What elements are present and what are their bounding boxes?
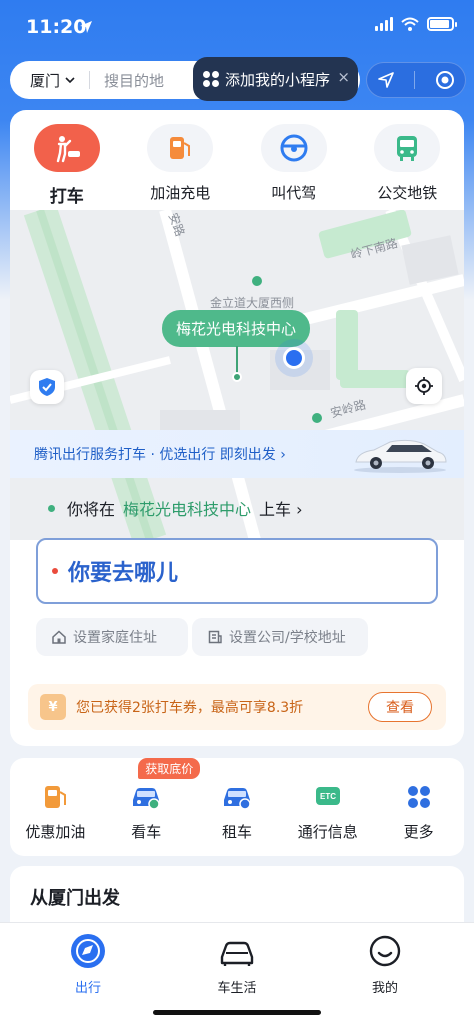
- service-car-rental[interactable]: 租车: [192, 758, 283, 856]
- svg-text:ETC: ETC: [320, 792, 336, 801]
- mini-program-tip-label: 添加我的小程序: [225, 70, 331, 89]
- tab-mine[interactable]: 我的: [335, 933, 435, 996]
- pickup-suffix: 上车 ›: [259, 500, 303, 519]
- capsule-menu: [366, 62, 466, 98]
- status-bar: 11:20: [0, 0, 474, 54]
- service-label: 看车: [131, 823, 162, 841]
- chevron-down-icon: [65, 76, 75, 83]
- city-selector[interactable]: 厦门: [10, 70, 75, 91]
- wifi-icon: [401, 17, 419, 31]
- destination-search-input[interactable]: 搜目的地: [104, 70, 164, 91]
- car-icon: [220, 941, 254, 966]
- smile-icon: [369, 935, 401, 967]
- map-view[interactable]: 安路 岭下南路 金立道大厦西侧 安岭路 梅花光电科技中心 腾讯出行服务打车 · …: [10, 210, 464, 540]
- service-label: 更多: [403, 823, 434, 841]
- departure-title: 从厦门出发: [30, 888, 120, 909]
- coupon-banner[interactable]: ¥ 您已获得2张打车券，最高可享8.3折 查看: [28, 684, 446, 730]
- battery-icon: [427, 17, 457, 31]
- status-indicators: [375, 17, 457, 31]
- shield-icon: [39, 378, 55, 396]
- car-illustration-icon: [354, 439, 447, 473]
- promo-text: 腾讯出行服务打车 · 优选出行 即刻出发 ›: [34, 447, 286, 463]
- tab-label: 公交地铁: [377, 184, 438, 202]
- divider: [89, 71, 91, 89]
- car-view-icon: [130, 782, 162, 812]
- tab-label: 叫代驾: [271, 184, 317, 202]
- tab-designated-driver[interactable]: 叫代驾: [237, 110, 351, 210]
- tab-car-life[interactable]: 车生活: [187, 933, 287, 996]
- crosshair-icon: [415, 377, 433, 395]
- home-indicator: [153, 1010, 321, 1015]
- relocate-button[interactable]: [406, 368, 442, 404]
- etc-icon: ETC: [312, 782, 344, 812]
- coupon-ticket-icon: ¥: [40, 694, 66, 720]
- pickup-location-row[interactable]: 你将在 梅花光电科技中心 上车 ›: [48, 496, 303, 520]
- destination-placeholder: 你要去哪儿: [68, 561, 179, 586]
- tab-bar-label: 出行: [74, 981, 101, 996]
- pickup-pin-dot: [232, 372, 242, 382]
- tab-travel[interactable]: 出行: [38, 933, 138, 996]
- tab-bar-label: 车生活: [217, 981, 257, 996]
- location-arrow-icon: [80, 21, 92, 33]
- services-grid: 优惠加油 获取底价 看车 租车 ETC 通行信息 更多: [10, 758, 464, 856]
- road-label: 金立道大厦西侧: [210, 296, 295, 310]
- service-label: 租车: [221, 823, 252, 841]
- view-coupon-button[interactable]: 查看: [368, 692, 432, 722]
- service-traffic-info[interactable]: ETC 通行信息: [282, 758, 373, 856]
- home-icon: [52, 630, 66, 644]
- mini-program-icon: [203, 71, 219, 87]
- current-location-dot: [283, 347, 305, 369]
- ride-hailing-card: 打车 加油充电 叫代驾 公交地铁 安路 岭下南路 金立道大厦西侧 安岭路 梅花光…: [10, 110, 464, 746]
- destination-dot: [52, 568, 58, 574]
- tab-fuel-charge[interactable]: 加油充电: [124, 110, 238, 210]
- compass-icon: [71, 934, 105, 968]
- close-icon[interactable]: ×: [337, 68, 350, 86]
- tab-bus-metro[interactable]: 公交地铁: [351, 110, 465, 210]
- pickup-dot: [48, 504, 55, 512]
- tab-bar-label: 我的: [371, 981, 398, 996]
- set-home-address-button[interactable]: 设置家庭住址: [36, 618, 188, 656]
- add-mini-program-tip[interactable]: 添加我的小程序 ×: [193, 57, 358, 101]
- fuel-discount-icon: [39, 782, 71, 812]
- work-address-label: 设置公司/学校地址: [229, 630, 346, 646]
- tab-label: 打车: [49, 187, 84, 207]
- service-more[interactable]: 更多: [373, 758, 464, 856]
- fuel-pump-icon: [147, 124, 214, 172]
- more-grid-icon: [403, 782, 435, 812]
- bus-icon: [374, 124, 441, 172]
- tab-taxi[interactable]: 打车: [10, 110, 124, 210]
- set-work-address-button[interactable]: 设置公司/学校地址: [192, 618, 368, 656]
- coupon-text: 您已获得2张打车券，最高可享8.3折: [76, 700, 304, 716]
- building-icon: [208, 630, 222, 644]
- service-tabs: 打车 加油充电 叫代驾 公交地铁: [10, 110, 464, 210]
- divider: [414, 71, 416, 89]
- service-car-view[interactable]: 获取底价 看车: [101, 758, 201, 856]
- destination-input[interactable]: 你要去哪儿: [36, 538, 438, 604]
- promo-banner[interactable]: 腾讯出行服务打车 · 优选出行 即刻出发 ›: [10, 430, 464, 478]
- car-rent-icon: [221, 782, 253, 812]
- location-arrow-icon[interactable]: [377, 71, 395, 89]
- tab-label: 加油充电: [150, 184, 211, 202]
- pickup-pin-label[interactable]: 梅花光电科技中心: [162, 310, 311, 347]
- home-address-label: 设置家庭住址: [73, 630, 157, 646]
- cellular-signal-icon: [375, 17, 393, 31]
- service-fuel-discount[interactable]: 优惠加油: [10, 758, 101, 856]
- city-name: 厦门: [30, 71, 61, 90]
- taxi-hail-icon: [33, 124, 100, 172]
- service-label: 优惠加油: [25, 823, 86, 841]
- steering-wheel-icon: [260, 124, 327, 172]
- target-icon[interactable]: [435, 70, 455, 90]
- pickup-place: 梅花光电科技中心: [123, 500, 252, 519]
- service-label: 通行信息: [297, 823, 358, 841]
- safety-shield-button[interactable]: [30, 370, 64, 404]
- pickup-prefix: 你将在: [67, 500, 116, 519]
